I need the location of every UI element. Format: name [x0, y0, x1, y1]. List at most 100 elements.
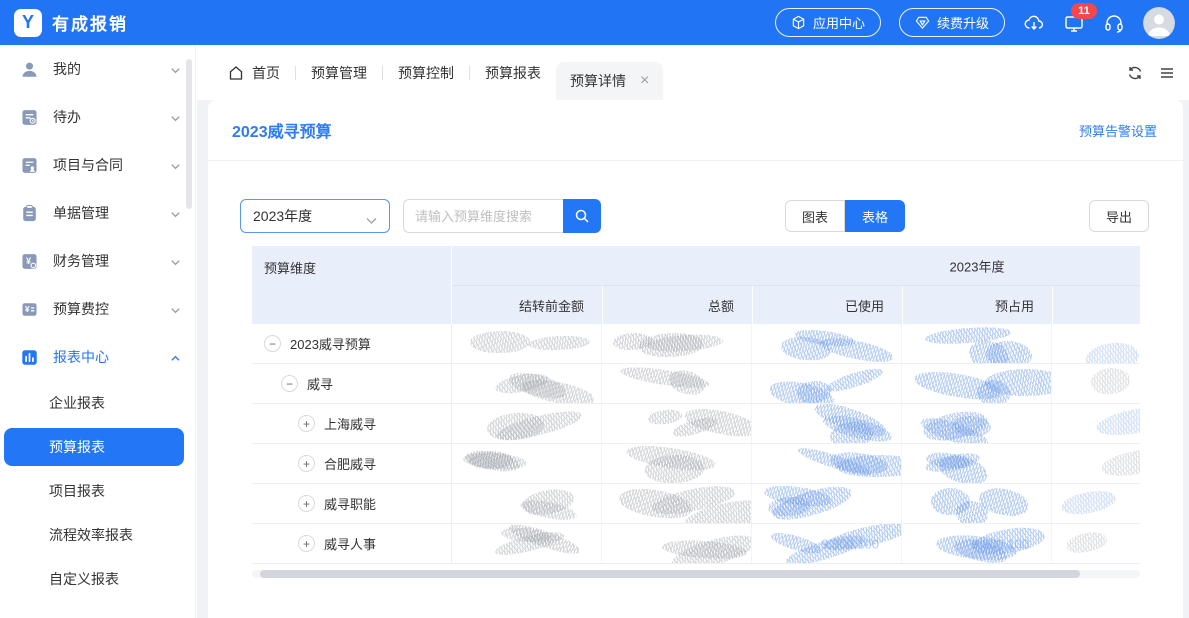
menu-icon[interactable] [1159, 65, 1175, 81]
value-cell-redacted [902, 404, 1052, 443]
tab-label: 首页 [252, 63, 280, 83]
sidebar-item-label: 报表中心 [53, 347, 170, 367]
value-cell-redacted [602, 484, 752, 523]
main-area: 首页预算管理预算控制预算报表预算详情× 2023威寻预算 预算告警设置 2023… [197, 45, 1189, 618]
value-cell-redacted [602, 364, 752, 403]
value-cell-redacted [752, 404, 902, 443]
project-icon [20, 156, 39, 175]
sidebar-subitem[interactable]: 项目报表 [0, 469, 195, 513]
chevron-up-icon [170, 352, 181, 363]
sidebar-scrollbar[interactable] [186, 59, 192, 209]
tab-1[interactable]: 首页 [213, 63, 295, 83]
sidebar-item-budget[interactable]: ¥ 预算费控 [0, 285, 195, 333]
sidebar-subitem[interactable]: 流程效率报表 [0, 513, 195, 557]
svg-text:¥: ¥ [26, 255, 31, 265]
partial-cell [1052, 484, 1140, 523]
user-avatar[interactable] [1143, 7, 1175, 39]
search-button[interactable] [563, 199, 601, 233]
collapse-icon[interactable]: − [281, 375, 298, 392]
headset-icon[interactable] [1103, 12, 1125, 34]
sidebar-subitem[interactable]: 企业报表 [0, 381, 195, 425]
chevron-down-icon [170, 256, 181, 267]
sidebar-item-label: 项目与合同 [53, 155, 170, 175]
search-input[interactable] [403, 199, 563, 233]
chevron-down-icon [366, 212, 377, 220]
expand-icon[interactable]: + [298, 535, 315, 552]
sidebar-item-label: 预算费控 [53, 299, 170, 319]
sidebar-subitem[interactable]: 自定义报表 [0, 557, 195, 601]
tab-4[interactable]: 预算报表 [470, 63, 556, 83]
collapse-icon[interactable]: − [264, 335, 281, 352]
tab-5[interactable]: 预算详情× [556, 62, 663, 100]
value-cell-redacted: 9,300,100 [752, 524, 902, 563]
row-label: 威寻职能 [324, 494, 376, 513]
table-view-button[interactable]: 表格 [845, 200, 905, 232]
value-cell-redacted: 9,300,100 [902, 524, 1052, 563]
notifications-icon[interactable]: 11 [1063, 12, 1085, 34]
row-label: 合肥威寻 [324, 454, 376, 473]
cloud-download-icon[interactable] [1023, 12, 1045, 34]
sidebar-item-finance[interactable]: ¥ 财务管理 [0, 237, 195, 285]
tab-bar: 首页预算管理预算控制预算报表预算详情× [197, 45, 1189, 100]
value-cell-redacted [602, 444, 752, 483]
value-cell-redacted [902, 444, 1052, 483]
sidebar-item-project[interactable]: 项目与合同 [0, 141, 195, 189]
export-button[interactable]: 导出 [1089, 200, 1149, 232]
row-label: 威寻人事 [324, 534, 376, 553]
column-header: 结转前金额 [452, 286, 602, 324]
value-cell-redacted [752, 484, 902, 523]
year-select[interactable]: 2023年度 [240, 199, 390, 233]
horizontal-scrollbar[interactable] [252, 570, 1140, 578]
notification-badge: 11 [1071, 3, 1097, 19]
value-cell-redacted [452, 324, 602, 363]
gem-icon [915, 15, 930, 30]
column-group-header: 2023年度 [452, 246, 1140, 286]
close-tab-icon[interactable]: × [640, 73, 649, 89]
expand-icon[interactable]: + [298, 495, 315, 512]
value-cell-redacted [602, 524, 752, 563]
tab-3[interactable]: 预算控制 [383, 63, 469, 83]
column-header: 总额 [602, 286, 752, 324]
value-cell-redacted [452, 404, 602, 443]
scrollbar-thumb[interactable] [260, 570, 1080, 578]
value-cell-redacted [752, 364, 902, 403]
budget-icon: ¥ [20, 300, 39, 319]
chart-view-button[interactable]: 图表 [785, 200, 845, 232]
budget-alert-settings-link[interactable]: 预算告警设置 [1079, 121, 1157, 140]
chevron-down-icon [170, 160, 181, 171]
value-cell-redacted [452, 484, 602, 523]
user-icon [20, 60, 39, 79]
sidebar-item-label: 财务管理 [53, 251, 170, 271]
value-cell-redacted [602, 404, 752, 443]
value-cell-redacted [452, 524, 602, 563]
finance-icon: ¥ [20, 252, 39, 271]
sidebar: 我的待办项目与合同单据管理 ¥ 财务管理 ¥ 预算费控报表中心企业报表预算报表项目报表流… [0, 45, 196, 618]
sidebar-item-user[interactable]: 我的 [0, 45, 195, 93]
value-cell-redacted [602, 324, 752, 363]
brand: Y 有成报销 [14, 9, 128, 37]
chevron-down-icon [170, 304, 181, 315]
page-title: 2023威寻预算 [232, 118, 332, 142]
app-center-button[interactable]: 应用中心 [775, 8, 881, 37]
budget-table: 预算维度 2023年度 结转前金额总额已使用预占用 −2023威寻预算−威寻+上… [252, 246, 1140, 578]
year-select-value: 2023年度 [253, 206, 312, 226]
renew-upgrade-button[interactable]: 续费升级 [899, 8, 1005, 37]
tab-2[interactable]: 预算管理 [296, 63, 382, 83]
partial-cell [1052, 524, 1140, 563]
value-cell-redacted [902, 364, 1052, 403]
expand-icon[interactable]: + [298, 455, 315, 472]
sidebar-item-report[interactable]: 报表中心 [0, 333, 195, 381]
tab-label: 预算报表 [485, 63, 541, 83]
refresh-icon[interactable] [1127, 65, 1143, 81]
sidebar-item-docs[interactable]: 单据管理 [0, 189, 195, 237]
table-row: + 威寻人事 9,300,1009,300,100 [252, 524, 1140, 564]
sidebar-item-todo[interactable]: 待办 [0, 93, 195, 141]
column-header-partial [1052, 286, 1140, 324]
cube-icon [791, 15, 806, 30]
sidebar-subitem[interactable]: 预算报表 [4, 428, 184, 466]
expand-icon[interactable]: + [298, 415, 315, 432]
chevron-down-icon [170, 208, 181, 219]
value-cell-redacted [752, 324, 902, 363]
app-logo-icon[interactable]: Y [14, 9, 42, 37]
partial-cell [1052, 364, 1140, 403]
